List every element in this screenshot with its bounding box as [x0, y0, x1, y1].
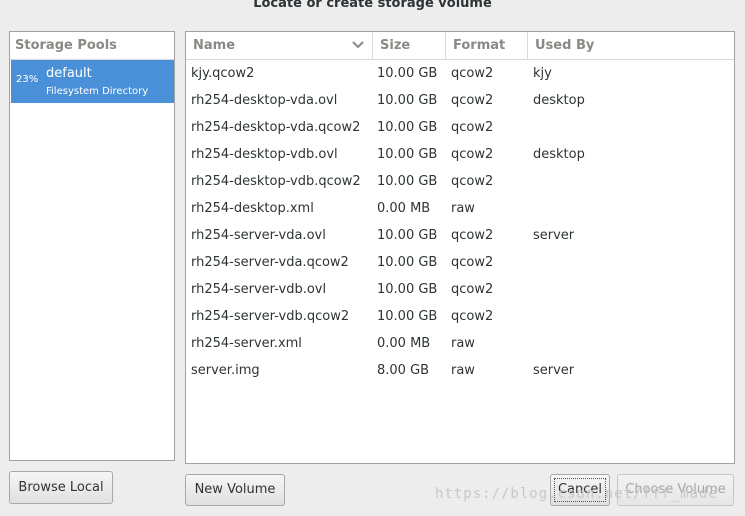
window-title: Locate or create storage volume [253, 0, 492, 11]
storage-pools-list[interactable]: Storage Pools 23% default Filesystem Dir… [9, 31, 175, 461]
volume-format: qcow2 [451, 147, 494, 162]
column-header-name[interactable]: Name [186, 32, 373, 59]
volume-format: qcow2 [451, 228, 494, 243]
volume-size: 10.00 GB [377, 147, 438, 162]
browse-local-button[interactable]: Browse Local [9, 471, 113, 504]
chevron-down-icon [352, 41, 364, 49]
volume-size: 10.00 GB [377, 282, 438, 297]
column-header-format[interactable]: Format [446, 32, 528, 59]
volume-used-by: kjy [533, 66, 552, 81]
watermark: https://blog.csdn.net/fff_made [435, 486, 718, 502]
volume-size: 0.00 MB [377, 336, 431, 351]
table-row[interactable]: rh254-desktop-vdb.ovl 10.00 GB qcow2 deskto… [186, 141, 734, 168]
volume-name: rh254-server-vdb.qcow2 [191, 309, 350, 324]
storage-pools-header: Storage Pools [10, 32, 174, 60]
volume-name: server.img [191, 363, 260, 378]
table-row[interactable]: kjy.qcow2 10.00 GB qcow2 kjy [186, 60, 734, 87]
pool-name: default [46, 66, 92, 81]
volume-name: rh254-desktop-vdb.ovl [191, 147, 338, 162]
volume-name: rh254-desktop.xml [191, 201, 314, 216]
column-name-label: Name [193, 38, 236, 53]
table-row[interactable]: rh254-desktop.xml 0.00 MB raw [186, 195, 734, 222]
table-row[interactable]: rh254-desktop-vda.ovl 10.00 GB qcow2 deskto… [186, 87, 734, 114]
table-row[interactable]: rh254-server-vdb.ovl 10.00 GB qcow2 [186, 276, 734, 303]
volume-used-by: desktop [533, 147, 585, 162]
volume-used-by: server [533, 228, 575, 243]
volume-used-by: desktop [533, 93, 585, 108]
volume-size: 10.00 GB [377, 93, 438, 108]
volume-name: rh254-desktop-vda.ovl [191, 93, 338, 108]
volume-format: qcow2 [451, 309, 494, 324]
table-row[interactable]: rh254-desktop-vdb.qcow2 10.00 GB qcow2 [186, 168, 734, 195]
volume-name: rh254-server-vda.ovl [191, 228, 326, 243]
volume-size: 8.00 GB [377, 363, 430, 378]
volumes-table[interactable]: Name Size Format Used By kjy.qcow2 10.00 … [185, 31, 735, 464]
volume-size: 10.00 GB [377, 120, 438, 135]
table-row[interactable]: rh254-server-vda.qcow2 10.00 GB qcow2 [186, 249, 734, 276]
volume-name: rh254-desktop-vdb.qcow2 [191, 174, 361, 189]
pool-usage: 23% [16, 74, 39, 85]
volume-name: kjy.qcow2 [191, 66, 255, 81]
column-header-used-by[interactable]: Used By [528, 32, 734, 59]
volume-format: qcow2 [451, 174, 494, 189]
column-header-size[interactable]: Size [373, 32, 446, 59]
new-volume-button[interactable]: New Volume [185, 474, 285, 506]
volume-format: qcow2 [451, 255, 494, 270]
volume-size: 10.00 GB [377, 174, 438, 189]
volume-format: qcow2 [451, 93, 494, 108]
volume-name: rh254-desktop-vda.qcow2 [191, 120, 361, 135]
table-row[interactable]: rh254-server.xml 0.00 MB raw [186, 330, 734, 357]
volume-format: raw [451, 201, 475, 216]
table-row[interactable]: server.img 8.00 GB raw server [186, 357, 734, 384]
volume-size: 10.00 GB [377, 228, 438, 243]
volume-format: raw [451, 336, 475, 351]
table-row[interactable]: rh254-server-vda.ovl 10.00 GB qcow2 server [186, 222, 734, 249]
volume-used-by: server [533, 363, 575, 378]
volume-name: rh254-server-vdb.ovl [191, 282, 327, 297]
volume-size: 10.00 GB [377, 255, 438, 270]
volumes-table-header: Name Size Format Used By [186, 32, 734, 60]
volume-size: 0.00 MB [377, 201, 431, 216]
volume-size: 10.00 GB [377, 309, 438, 324]
volume-size: 10.00 GB [377, 66, 438, 81]
table-row[interactable]: rh254-server-vdb.qcow2 10.00 GB qcow2 [186, 303, 734, 330]
volume-format: qcow2 [451, 282, 494, 297]
table-row[interactable]: rh254-desktop-vda.qcow2 10.00 GB qcow2 [186, 114, 734, 141]
pool-item-default[interactable]: 23% default Filesystem Directory [11, 60, 174, 103]
volume-name: rh254-server.xml [191, 336, 302, 351]
volume-format: raw [451, 363, 475, 378]
volume-name: rh254-server-vda.qcow2 [191, 255, 349, 270]
pool-type: Filesystem Directory [46, 86, 149, 97]
volume-format: qcow2 [451, 66, 494, 81]
volume-format: qcow2 [451, 120, 494, 135]
